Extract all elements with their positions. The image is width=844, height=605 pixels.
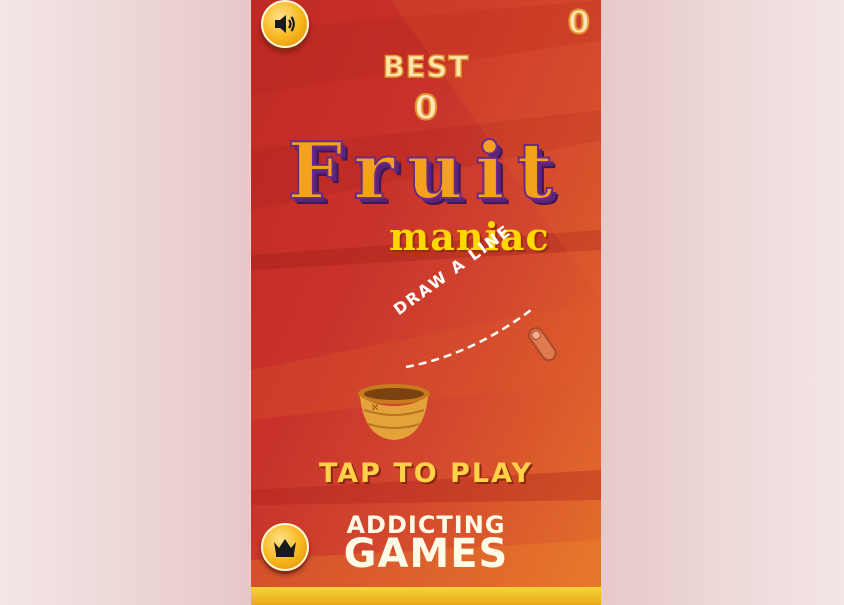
sound-button[interactable] <box>261 0 309 48</box>
left-backdrop <box>0 0 250 605</box>
svg-text:ℵ: ℵ <box>372 403 378 412</box>
best-label: BEST <box>382 49 470 85</box>
game-title: Fruit <box>286 125 565 218</box>
best-score: 0 <box>413 87 439 129</box>
basket-icon: ℵ <box>358 384 430 440</box>
tap-to-play-button[interactable]: TAP TO PLAY <box>251 458 601 489</box>
current-score: 0 <box>567 2 591 42</box>
brand-line-2: GAMES <box>343 531 509 577</box>
finger-icon <box>528 327 557 362</box>
speaker-icon <box>275 15 295 33</box>
right-backdrop <box>594 0 844 605</box>
game-canvas[interactable]: 0 BEST 0 Fruit maniac DRAW A LINE ℵ TAP … <box>251 0 601 605</box>
bottom-band <box>251 587 601 605</box>
